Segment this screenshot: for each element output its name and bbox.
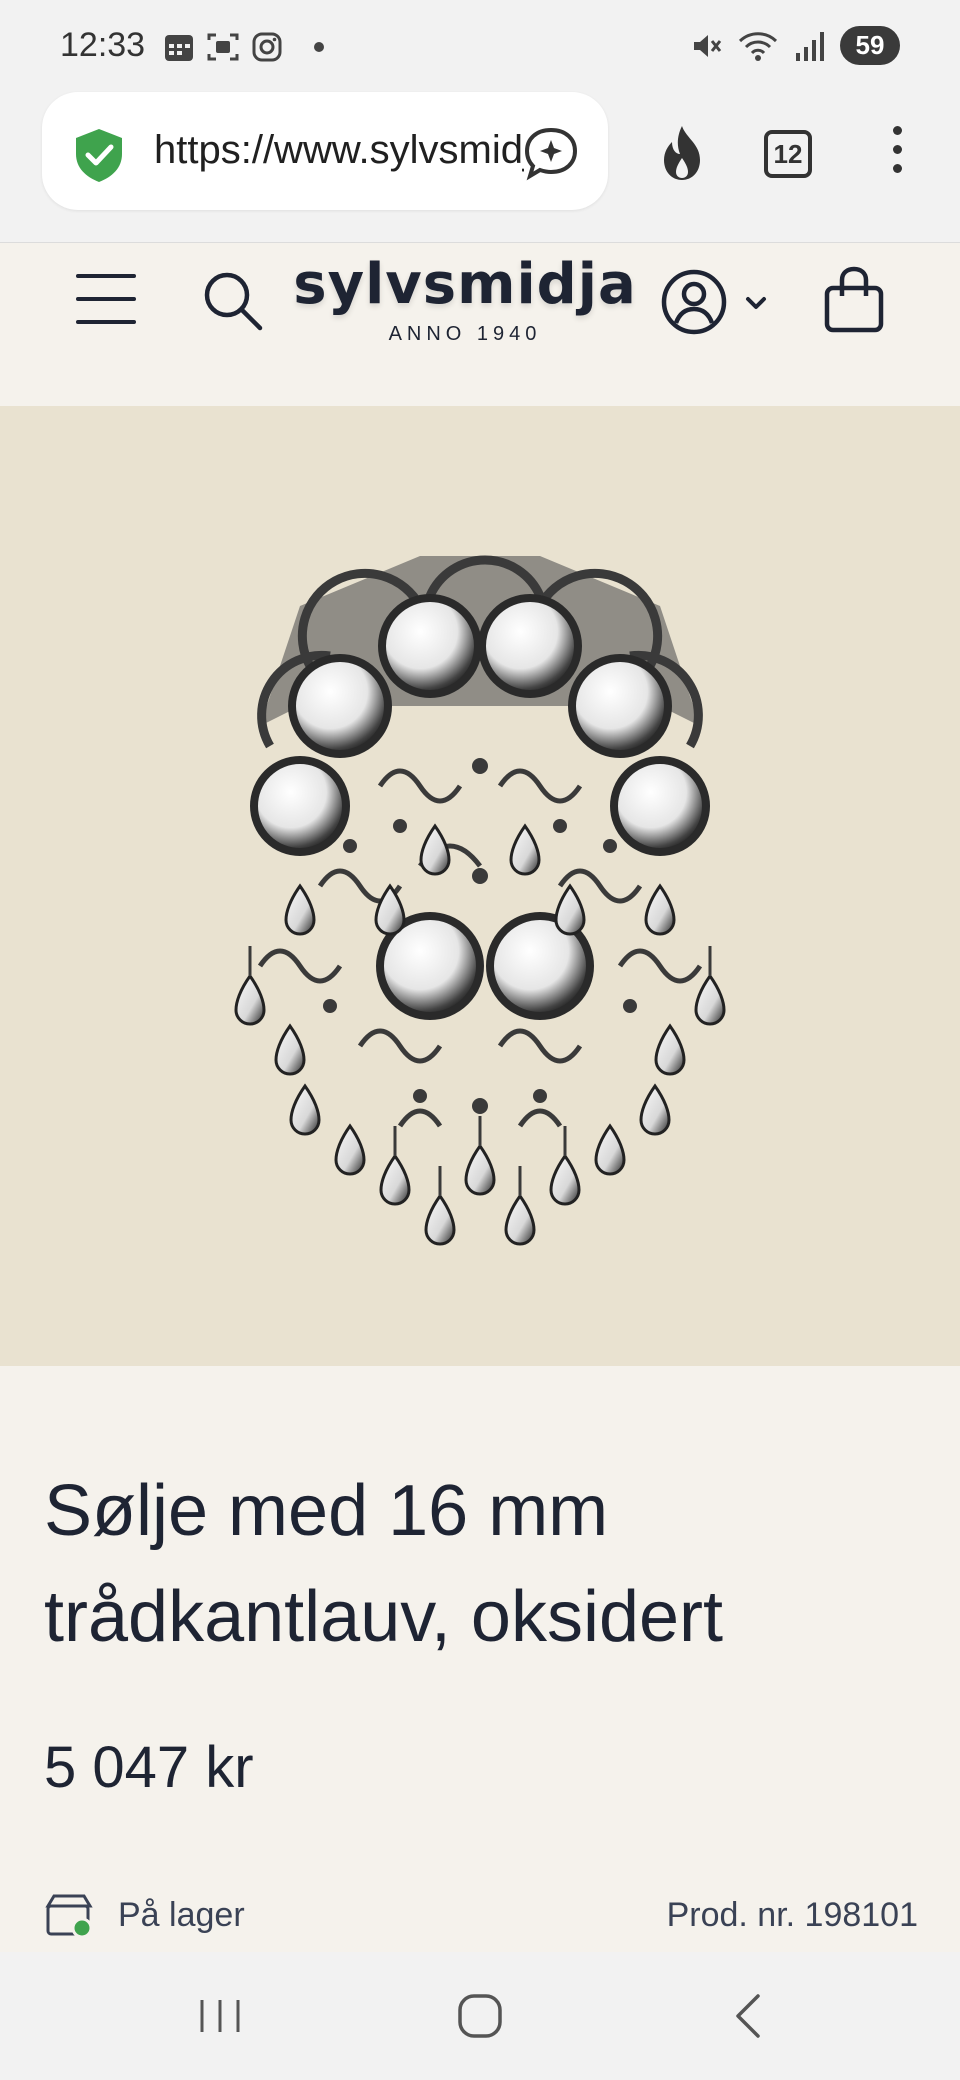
battery-icon: 59 <box>840 26 900 65</box>
stock-status: På lager <box>44 1892 245 1938</box>
more-menu-icon[interactable] <box>880 126 914 182</box>
logo-wordmark: sylvsmidja <box>293 252 637 317</box>
address-bar[interactable]: https://www.sylvsmidja.no <box>42 92 608 210</box>
browser-toolbar: https://www.sylvsmidja.no 12 <box>0 92 960 243</box>
product-title: Sølje med 16 mm trådkantlauv, oksidert <box>44 1458 924 1670</box>
status-bar: 12:33 59 <box>0 0 960 92</box>
status-notification-icons <box>162 30 324 64</box>
product-price: 5 047 kr <box>44 1735 254 1800</box>
product-title-line1: Sølje med 16 mm <box>44 1471 609 1551</box>
mute-icon <box>694 34 722 57</box>
wifi-icon <box>738 31 778 61</box>
menu-icon[interactable] <box>76 274 136 328</box>
logo-tagline: ANNO 1940 <box>388 323 542 345</box>
dot-icon <box>314 42 324 52</box>
recent-apps-icon[interactable] <box>190 1986 250 2046</box>
cart-icon[interactable] <box>822 264 886 336</box>
site-logo[interactable]: sylvsmidja ANNO 1940 <box>280 252 650 346</box>
back-icon[interactable] <box>720 1986 780 2046</box>
home-icon[interactable] <box>450 1986 510 2046</box>
product-details: Sølje med 16 mm trådkantlauv, oksidert 5… <box>0 1366 960 1952</box>
system-navigation-bar <box>0 1952 960 2080</box>
product-number: Prod. nr. 198101 <box>666 1896 918 1934</box>
product-title-line2: trådkantlauv, oksidert <box>44 1577 724 1657</box>
calendar-icon <box>165 35 193 61</box>
stock-label: På lager <box>118 1895 245 1934</box>
url-text[interactable]: https://www.sylvsmidja.no <box>154 128 524 173</box>
fire-icon[interactable] <box>654 122 710 182</box>
signal-icon <box>796 31 824 61</box>
chevron-down-icon <box>746 297 766 309</box>
instagram-icon <box>252 32 282 62</box>
status-system-icons: 59 <box>690 26 900 65</box>
site-header: sylvsmidja ANNO 1940 <box>0 244 960 406</box>
status-time: 12:33 <box>60 26 146 64</box>
account-icon[interactable] <box>660 266 780 338</box>
product-image[interactable] <box>0 406 960 1366</box>
solje-brooch-illustration <box>234 555 726 1246</box>
shield-check-icon[interactable] <box>70 126 128 184</box>
search-icon[interactable] <box>198 266 268 336</box>
ai-assistant-icon[interactable] <box>522 124 580 182</box>
tab-count-button[interactable]: 12 <box>764 130 812 178</box>
store-stock-icon <box>45 1894 93 1938</box>
screenshot-icon <box>207 33 239 61</box>
